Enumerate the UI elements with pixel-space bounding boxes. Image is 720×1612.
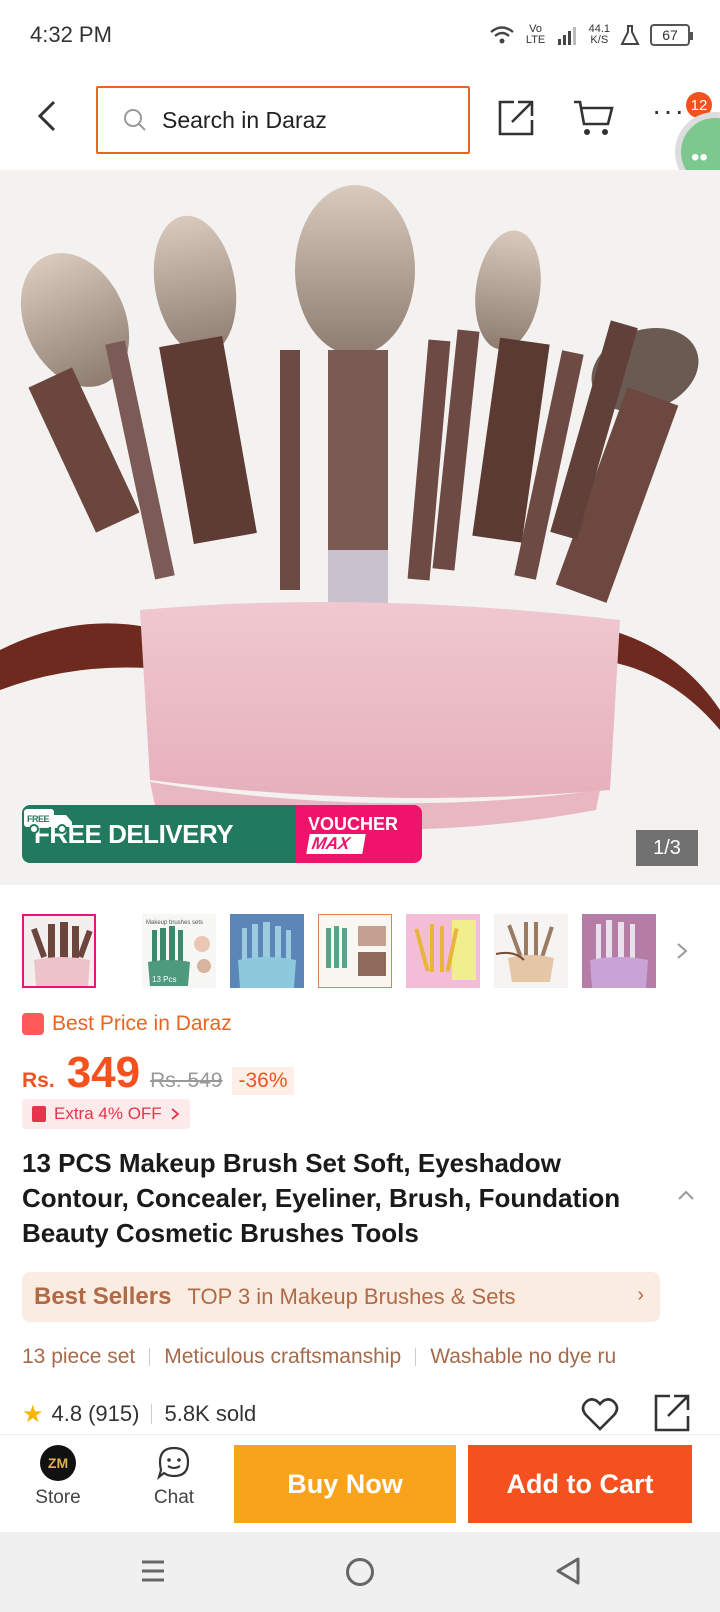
thumbnail-2-image: Makeup brushes sets 13 Pcs	[142, 914, 216, 988]
system-navigation-bar	[0, 1532, 720, 1612]
bottom-action-bar: ZM Store Chat Buy Now Add to Cart	[0, 1434, 720, 1532]
thumbnail-next-icon[interactable]	[674, 940, 690, 962]
chat-label: Chat	[153, 1487, 195, 1508]
feature-separator	[149, 1348, 151, 1366]
best-sellers-label: Best Sellers	[34, 1283, 172, 1310]
status-bar: 4:32 PM Vo LTE 44.1 K/S 67	[0, 0, 720, 70]
extra-off-text: Extra 4% OFF	[54, 1104, 162, 1123]
best-sellers-banner[interactable]: Best Sellers TOP 3 in Makeup Brushes & S…	[22, 1272, 660, 1322]
best-sellers-arrow-icon: ›	[637, 1284, 644, 1306]
thumbnail-5[interactable]	[406, 914, 480, 988]
store-label: Store	[35, 1487, 81, 1508]
wifi-icon	[489, 26, 514, 44]
buy-now-button[interactable]: Buy Now	[234, 1445, 456, 1523]
rating-separator	[151, 1404, 153, 1424]
brush-set-illustration	[0, 170, 720, 885]
search-input[interactable]: Search in Daraz	[96, 86, 470, 154]
thumbnail-2[interactable]: Makeup brushes sets 13 Pcs	[142, 914, 216, 988]
feature-item: Meticulous craftsmanship	[164, 1345, 402, 1368]
price-row: Rs. 349 Rs. 549 -36%	[22, 1048, 294, 1102]
voucher-max-badge: VOUCHER MAX	[296, 805, 422, 863]
free-delivery-badge: FREE FREE DELIVERY	[22, 805, 296, 863]
store-logo: ZM	[40, 1445, 76, 1481]
thumbnail-3-image	[230, 914, 304, 988]
voucher-icon	[32, 1106, 46, 1122]
network-label: Vo LTE	[525, 23, 546, 46]
product-title: 13 PCS Makeup Brush Set Soft, Eyeshadow …	[22, 1148, 621, 1248]
voucher-max-text: MAX	[306, 834, 366, 854]
chevron-up-icon[interactable]	[676, 1186, 696, 1206]
speed-unit: K/S	[590, 34, 609, 46]
signal-icon	[557, 27, 576, 45]
bubble-dots-icon: ••	[691, 144, 708, 171]
star-icon: ★	[22, 1400, 44, 1428]
chat-icon	[156, 1446, 190, 1481]
delivery-truck-icon: FREE	[24, 809, 72, 834]
share-icon[interactable]	[652, 1392, 692, 1434]
thumbnail-4[interactable]	[318, 914, 392, 988]
add-to-cart-button[interactable]: Add to Cart	[468, 1445, 692, 1523]
product-image[interactable]: FREE FREE DELIVERY VOUCHER MAX 1/3	[0, 170, 720, 885]
store-button[interactable]: ZM Store	[22, 1445, 94, 1525]
home-icon[interactable]	[346, 1558, 374, 1586]
image-page-indicator: 1/3	[636, 830, 698, 866]
feature-item: 13 piece set	[22, 1345, 136, 1368]
feature-item: Washable no dye ru	[430, 1345, 617, 1368]
top-nav: Search in Daraz ··· 12	[0, 82, 720, 158]
original-price: Rs. 549	[150, 1069, 223, 1092]
sold-count: 5.8K sold	[164, 1401, 257, 1426]
thumbnail-6[interactable]	[494, 914, 568, 988]
chevron-right-icon	[171, 1108, 180, 1120]
cart-icon[interactable]	[572, 98, 614, 138]
price-tag-icon	[22, 1013, 44, 1035]
best-price-label[interactable]: Best Price in Daraz	[22, 1012, 232, 1036]
wishlist-heart-icon[interactable]	[580, 1394, 620, 1434]
rating-count: (915)	[88, 1401, 140, 1426]
discount-badge: -36%	[232, 1067, 294, 1095]
feature-separator	[415, 1348, 417, 1366]
back-icon[interactable]	[28, 96, 68, 136]
flask-icon	[620, 25, 640, 45]
voucher-text: VOUCHER	[308, 814, 399, 834]
thumbnail-strip: Makeup brushes sets 13 Pcs	[22, 914, 720, 990]
thumbnail-3[interactable]	[230, 914, 304, 988]
free-delivery-voucher-banner[interactable]: FREE FREE DELIVERY VOUCHER MAX	[22, 805, 422, 863]
extra-off-voucher[interactable]: Extra 4% OFF	[22, 1099, 190, 1129]
status-time: 4:32 PM	[30, 22, 112, 47]
chat-button[interactable]: Chat	[138, 1445, 210, 1525]
battery-icon: 67	[650, 24, 693, 46]
current-price: 349	[66, 1048, 141, 1097]
battery-level: 67	[662, 27, 678, 43]
best-price-text: Best Price in Daraz	[52, 1012, 232, 1035]
rating-row[interactable]: ★ 4.8 (915) 5.8K sold	[22, 1396, 256, 1432]
thumbnail-1-image	[24, 916, 94, 986]
system-back-icon[interactable]	[554, 1556, 582, 1586]
price-currency: Rs.	[22, 1069, 55, 1092]
search-placeholder: Search in Daraz	[162, 106, 327, 133]
thumbnail-2-caption: Makeup brushes sets	[146, 920, 203, 926]
thumbnail-7[interactable]	[582, 914, 656, 988]
thumbnail-6-image	[494, 914, 568, 988]
thumbnail-1[interactable]	[22, 914, 96, 988]
network-speed: 44.1 K/S	[589, 24, 610, 46]
thumbnail-2-badge: 13 Pcs	[152, 975, 176, 984]
feature-highlights: 13 piece set Meticulous craftsmanship Wa…	[22, 1342, 720, 1372]
thumbnail-7-image	[582, 914, 656, 988]
free-tag-text: FREE	[27, 814, 50, 824]
share-icon[interactable]	[496, 98, 536, 138]
rating-score: 4.8	[51, 1401, 83, 1426]
recents-icon[interactable]	[140, 1558, 166, 1584]
best-sellers-rank-text: TOP 3 in Makeup Brushes & Sets	[187, 1284, 516, 1309]
thumbnail-4-image	[318, 914, 392, 988]
thumbnail-5-image	[406, 914, 480, 988]
search-icon	[124, 109, 146, 131]
status-icons: Vo LTE 44.1 K/S 67	[489, 23, 693, 46]
